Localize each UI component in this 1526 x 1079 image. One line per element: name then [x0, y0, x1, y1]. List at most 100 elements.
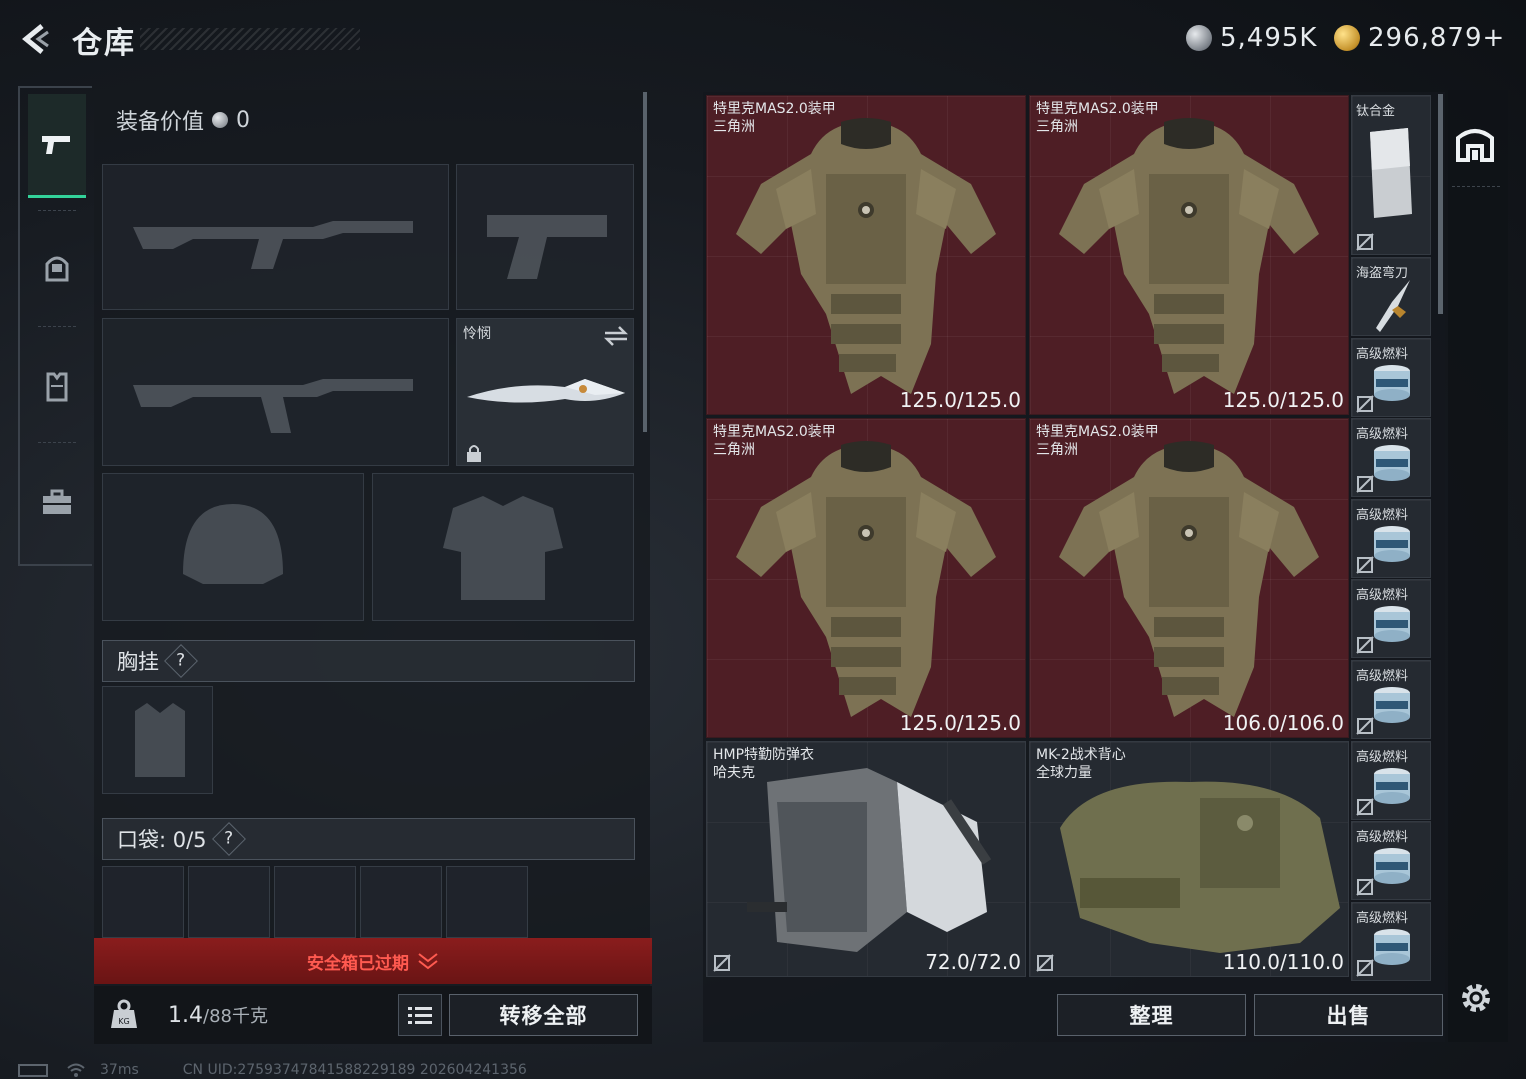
item-brand: 三角洲 [713, 442, 755, 458]
pocket-slot[interactable] [188, 866, 270, 938]
no-sell-icon [1356, 797, 1374, 816]
secondary-weapon-slot[interactable] [102, 318, 449, 466]
item-brand: 三角洲 [713, 119, 755, 135]
pocket-slot[interactable] [360, 866, 442, 938]
nav-armor[interactable] [28, 334, 86, 438]
weight-icon: KG [111, 999, 137, 1028]
fuel-can-icon [1374, 848, 1410, 885]
weight-max: /88千克 [203, 1006, 268, 1027]
pocket-slot[interactable] [274, 866, 356, 938]
stash-item-large[interactable]: 特里克MAS2.0装甲 三角洲 106.0/106.0 [1029, 418, 1349, 738]
no-sell-icon [1356, 636, 1374, 655]
item-name: 高级燃料 [1356, 830, 1409, 846]
knife-icon [467, 379, 625, 403]
swap-icon[interactable] [603, 325, 629, 347]
item-name: 高级燃料 [1356, 910, 1409, 926]
gear-icon[interactable] [1458, 980, 1494, 1016]
back-arrow-icon[interactable] [18, 22, 52, 56]
uid: CN UID:2759374784158822918​9 20260424135… [182, 1061, 527, 1078]
item-durability: 72.0/72.0 [925, 950, 1021, 974]
no-sell-icon [1356, 959, 1374, 977]
right-rail [1448, 90, 1508, 1042]
stash-item-large[interactable]: MK-2战术背心 全球力量 110.0/110.0 [1029, 741, 1349, 977]
body-armor-icon [1059, 441, 1319, 717]
stash-item-small[interactable]: 高级燃料 [1351, 660, 1431, 739]
stash-item-small[interactable]: 高级燃料 [1351, 821, 1431, 901]
item-name: 高级燃料 [1356, 669, 1409, 684]
chest-rig-help-icon[interactable]: ? [164, 644, 198, 678]
equipment-value-amount: 0 [236, 107, 251, 133]
item-name: 高级燃料 [1356, 427, 1409, 443]
no-sell-icon [1356, 233, 1374, 251]
stash-item-large[interactable]: 特里克MAS2.0装甲 三角洲 125.0/125.0 [1029, 95, 1349, 415]
stash-scrollbar[interactable] [1438, 94, 1443, 314]
stash-item-large[interactable]: 特里克MAS2.0装甲 三角洲 125.0/125.0 [706, 418, 1026, 738]
nav-case[interactable] [28, 450, 86, 554]
fuel-can-icon [1374, 928, 1410, 965]
body-armor-icon [1059, 118, 1319, 394]
armor-slot[interactable] [372, 473, 634, 621]
sidearm-slot[interactable] [456, 164, 634, 310]
svg-text:KG: KG [118, 1017, 129, 1026]
item-name: 高级燃料 [1356, 346, 1409, 362]
nav-weapons[interactable] [28, 94, 86, 198]
safebox-expired-banner[interactable]: 安全箱已过期 [94, 938, 652, 984]
silver-currency[interactable]: 5,495K [1186, 22, 1317, 54]
stash-item-small[interactable]: 高级燃料 [1351, 418, 1431, 498]
fuel-can-icon [1374, 606, 1410, 643]
battery-icon [18, 1063, 48, 1077]
no-sell-icon [1356, 475, 1374, 493]
stash-item-small[interactable]: 高级燃料 [1351, 498, 1431, 578]
loadout-scrollbar[interactable] [643, 92, 647, 432]
stash-item-small[interactable]: 海盗弯刀 [1351, 257, 1431, 336]
stash-item-small[interactable]: 高级燃料 [1351, 901, 1431, 981]
stash-item-large[interactable]: HMP特勤防弹衣 哈夫克 72.0/72.0 [706, 741, 1026, 977]
item-name: 钛合金 [1356, 104, 1396, 119]
melee-slot[interactable]: 怜悯 [456, 318, 634, 466]
pistol-silhouette-icon [487, 215, 607, 279]
silver-coin-icon [212, 112, 229, 128]
item-name: 高级燃料 [1356, 588, 1409, 604]
wifi-icon [67, 1063, 85, 1077]
stash-item-small[interactable]: 钛合金 [1351, 95, 1431, 255]
stash-item-large[interactable]: 特里克MAS2.0装甲 三角洲 125.0/125.0 [706, 95, 1026, 415]
silver-coin-icon [1186, 25, 1212, 51]
item-name: 特里克MAS2.0装甲 三角洲 [1036, 424, 1159, 458]
equipment-value-label: 装备价值 [116, 110, 205, 135]
rig-silhouette-icon [135, 703, 185, 777]
item-durability: 106.0/106.0 [1222, 711, 1344, 735]
item-durability: 110.0/110.0 [1222, 950, 1344, 974]
hmp-vest-icon [747, 768, 992, 952]
status-footer: 37ms CN UID:2759374784158822918​9 202604… [18, 1060, 527, 1079]
item-name: 海盗弯刀 [1356, 266, 1409, 281]
ping: 37ms [100, 1061, 139, 1078]
primary-weapon-slot[interactable] [102, 164, 449, 310]
pocket-help-icon[interactable]: ? [211, 822, 246, 856]
no-sell-icon [1036, 954, 1054, 972]
sort-button[interactable]: 整理 [1057, 994, 1246, 1036]
pocket-label: 口袋: 0/5 [117, 828, 207, 852]
gold-currency[interactable]: 296,879+ [1334, 22, 1505, 54]
weight-readout: 1.4/88千克 [168, 1002, 268, 1028]
chest-rig-slot[interactable] [102, 686, 213, 794]
titanium-plate-icon [1370, 128, 1412, 218]
pocket-slot[interactable] [102, 866, 184, 938]
transfer-all-button[interactable]: 转移全部 [449, 994, 638, 1036]
pistol-icon [42, 135, 70, 154]
briefcase-icon [43, 489, 71, 514]
pocket-slot[interactable] [446, 866, 528, 938]
stash-home-icon[interactable] [1454, 122, 1496, 164]
stash-item-small[interactable]: 高级燃料 [1351, 337, 1431, 417]
item-brand: 三角洲 [1036, 119, 1078, 135]
sell-button[interactable]: 出售 [1254, 994, 1443, 1036]
item-name: 特里克MAS2.0装甲 三角洲 [713, 101, 836, 135]
list-view-button[interactable] [398, 994, 442, 1036]
fuel-can-icon [1374, 767, 1410, 804]
helmet-slot[interactable] [102, 473, 364, 621]
stash-item-small[interactable]: 高级燃料 [1351, 579, 1431, 659]
vest-icon [46, 372, 68, 402]
item-durability: 125.0/125.0 [899, 388, 1021, 412]
nav-helmet[interactable] [28, 216, 86, 320]
stash-item-small[interactable]: 高级燃料 [1351, 740, 1431, 820]
helmet-icon [45, 256, 69, 282]
